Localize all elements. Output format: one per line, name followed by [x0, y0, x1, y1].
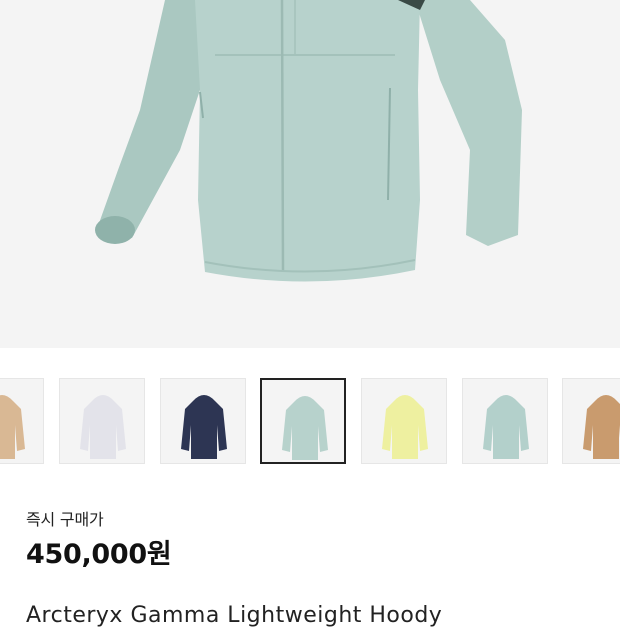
jacket-thumbnail-image — [583, 395, 620, 459]
left-sleeve — [98, 0, 205, 238]
product-title: Arcteryx Gamma Lightweight Hoody — [26, 603, 443, 628]
thumbnail-5[interactable] — [361, 378, 447, 464]
left-cuff — [95, 216, 135, 244]
thumbnail-1[interactable] — [0, 378, 44, 464]
thumbnail-7[interactable] — [562, 378, 620, 464]
jacket-body — [195, 0, 420, 282]
jacket-thumbnail-image — [483, 395, 529, 459]
price-label: 즉시 구매가 — [26, 510, 104, 529]
thumbnail-6[interactable] — [462, 378, 548, 464]
jacket-thumbnail-image — [282, 396, 328, 460]
thumbnail-4-selected[interactable] — [260, 378, 346, 464]
thumbnail-3[interactable] — [160, 378, 246, 464]
jacket-thumbnail-image — [0, 395, 25, 459]
jacket-thumbnail-image — [382, 395, 428, 459]
jacket-illustration — [95, 0, 522, 282]
jacket-thumbnail-image — [181, 395, 227, 459]
zipper — [280, 0, 285, 273]
price-value: 450,000원 — [26, 539, 172, 570]
jacket-thumbnail-image — [80, 395, 126, 459]
product-hero-image[interactable] — [0, 0, 620, 348]
thumbnail-2[interactable] — [59, 378, 145, 464]
thumbnail-strip — [0, 378, 620, 468]
right-sleeve — [415, 0, 522, 246]
